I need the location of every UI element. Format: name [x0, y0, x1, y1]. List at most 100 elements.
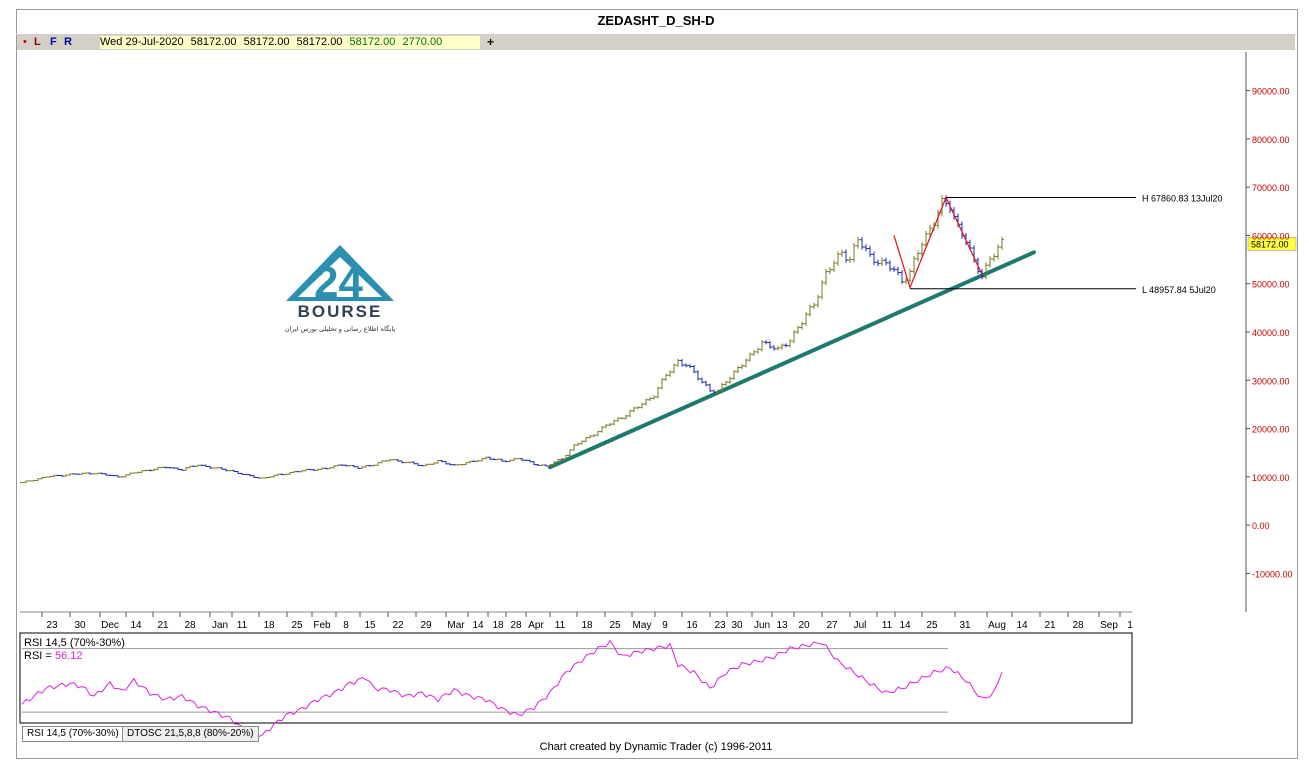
- price-bar: [760, 340, 764, 352]
- price-bar: [380, 460, 384, 464]
- price-bar: [860, 236, 864, 250]
- price-bar: [320, 467, 324, 470]
- price-bar: [272, 474, 276, 478]
- price-bar: [132, 472, 136, 474]
- price-bar: [52, 474, 56, 477]
- price-bar: [788, 339, 792, 348]
- x-tick-label: 23: [46, 620, 58, 631]
- price-bar: [248, 474, 252, 477]
- high-label: H 67860.83 13Jul20: [1142, 193, 1223, 203]
- price-bar: [448, 463, 452, 466]
- price-bar: [584, 436, 588, 443]
- price-bar: [756, 347, 760, 354]
- price-bar: [184, 467, 188, 471]
- price-bar: [168, 467, 172, 469]
- price-bar: [340, 464, 344, 466]
- x-tick-label: 23: [714, 620, 726, 631]
- tab-rsi[interactable]: RSI 14,5 (70%-30%): [22, 726, 124, 742]
- x-tick-label: 11: [882, 620, 893, 631]
- price-bar: [420, 464, 424, 467]
- price-bar: [668, 370, 672, 377]
- price-bar: [664, 373, 668, 381]
- price-bar: [608, 423, 612, 427]
- x-tick-label: 14: [130, 620, 142, 631]
- price-chart[interactable]: H 67860.83 13Jul20L 48957.84 5Jul2058172…: [0, 0, 1309, 763]
- x-tick-label: 18: [492, 620, 504, 631]
- price-bar: [580, 440, 584, 445]
- price-bar: [612, 419, 616, 426]
- x-tick-label: 28: [1072, 620, 1084, 631]
- price-bar: [804, 312, 808, 326]
- x-tick-label: Jan: [212, 620, 228, 631]
- price-bar: [776, 346, 780, 351]
- price-bar: [164, 466, 168, 469]
- price-bar: [540, 464, 544, 466]
- price-bar: [368, 465, 372, 467]
- price-bar: [868, 245, 872, 258]
- price-bar: [100, 472, 104, 475]
- price-bar: [724, 380, 728, 386]
- price-bar: [864, 244, 868, 252]
- price-bar: [736, 365, 740, 374]
- price-bar: [288, 472, 292, 475]
- price-bar: [568, 449, 572, 457]
- price-bar: [104, 473, 108, 476]
- price-bar: [428, 463, 432, 465]
- price-bar: [888, 260, 892, 272]
- price-bar: [996, 244, 1000, 260]
- price-bar: [488, 456, 492, 460]
- price-bar: [424, 463, 428, 467]
- price-bar: [504, 460, 508, 463]
- rsi-current-value: 56.12: [55, 650, 83, 662]
- svg-text:24: 24: [314, 258, 363, 307]
- y-tick-label: 40000.00: [1252, 328, 1290, 338]
- x-tick-label: 14: [899, 620, 911, 631]
- price-bar: [228, 470, 232, 472]
- price-bar: [596, 430, 600, 437]
- price-bar: [56, 474, 60, 476]
- price-bar: [772, 345, 776, 351]
- price-bar: [796, 325, 800, 335]
- price-bar: [260, 477, 264, 479]
- x-tick-label: Feb: [313, 620, 331, 631]
- price-bar: [404, 461, 408, 464]
- x-tick-label: Mar: [447, 620, 465, 631]
- tab-dtosc[interactable]: DTOSC 21,5,8,8 (80%-20%): [122, 726, 259, 742]
- price-bar: [208, 465, 212, 469]
- price-bar: [592, 434, 596, 437]
- x-tick-label: Apr: [528, 620, 544, 631]
- price-bar: [640, 402, 644, 409]
- price-bar: [192, 465, 196, 467]
- price-bar: [76, 473, 80, 475]
- price-bar: [660, 378, 664, 390]
- x-tick-label: 11: [237, 620, 248, 631]
- price-bar: [264, 476, 268, 479]
- price-bar: [212, 467, 216, 469]
- price-bar: [876, 259, 880, 267]
- price-bar: [324, 467, 328, 470]
- price-bar: [1000, 236, 1004, 250]
- price-bar: [532, 461, 536, 466]
- price-bar: [96, 472, 100, 475]
- price-bar: [628, 409, 632, 418]
- price-bar: [312, 469, 316, 471]
- price-bar: [196, 464, 200, 467]
- x-tick-label: Jul: [854, 620, 867, 631]
- price-bar: [92, 473, 96, 475]
- price-bar: [64, 474, 68, 477]
- price-bar: [572, 444, 576, 451]
- price-bar: [516, 458, 520, 460]
- price-bar: [284, 473, 288, 476]
- price-bar: [20, 481, 24, 484]
- price-bar: [88, 472, 92, 475]
- price-bar: [412, 461, 416, 465]
- price-bar: [900, 270, 904, 285]
- y-tick-label: -10000.00: [1252, 569, 1293, 579]
- price-bar: [856, 236, 860, 249]
- x-tick-label: 1: [1127, 620, 1133, 631]
- price-bar: [780, 343, 784, 350]
- price-bar: [188, 465, 192, 469]
- x-tick-label: 18: [263, 620, 275, 631]
- x-tick-label: 11: [555, 620, 566, 631]
- price-bar: [620, 417, 624, 420]
